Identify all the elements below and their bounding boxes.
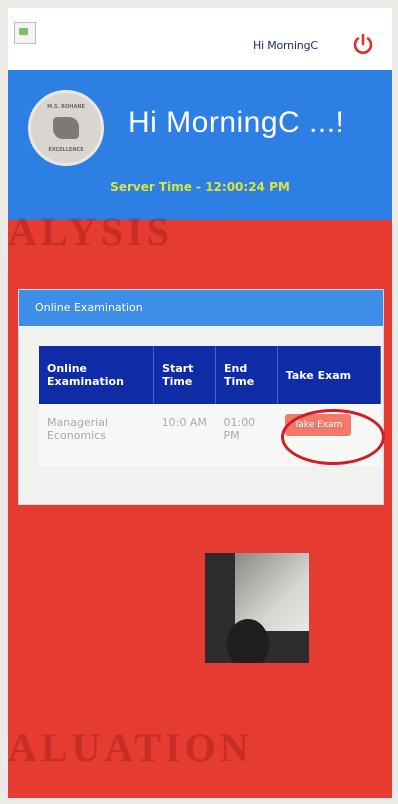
institute-logo: M.S. ROHANE EXCELLENCE <box>28 90 104 166</box>
webcam-preview <box>205 553 309 663</box>
background-sketch-bottom: ALUATION <box>8 725 253 770</box>
card-title: Online Examination <box>19 290 383 326</box>
column-header-end: End Time <box>215 346 278 404</box>
app-screen: Hi MorningC M.S. ROHANE EXCELLENCE Hi Mo… <box>8 8 392 798</box>
top-username: Hi MorningC <box>253 39 318 52</box>
welcome-header: M.S. ROHANE EXCELLENCE Hi MorningC ...! … <box>8 70 392 220</box>
logo-text-top: M.S. ROHANE <box>47 104 85 110</box>
online-exam-card: Online Examination Online Examination St… <box>18 289 384 505</box>
start-time-cell: 10:0 AM <box>153 404 216 466</box>
exam-name-cell: Managerial Economics <box>39 404 154 466</box>
greeting-title: Hi MorningC ...! <box>128 106 345 139</box>
background-sketch-top: ALYSIS <box>8 209 173 254</box>
table-header-row: Online Examination Start Time End Time T… <box>39 346 382 404</box>
top-bar: Hi MorningC <box>8 8 392 70</box>
end-time-cell: 01:00 PM <box>215 404 278 466</box>
server-time: Server Time - 12:00:24 PM <box>110 180 290 194</box>
column-header-take-exam: Take Exam <box>277 346 382 404</box>
column-header-exam: Online Examination <box>39 346 155 404</box>
column-header-start: Start Time <box>153 346 216 404</box>
logo-text-bottom: EXCELLENCE <box>48 147 84 153</box>
person-silhouette <box>227 619 269 663</box>
highlight-circle <box>281 409 385 465</box>
power-icon[interactable] <box>351 32 375 56</box>
logo-mark-icon <box>53 117 79 139</box>
broken-image-icon <box>14 22 36 44</box>
